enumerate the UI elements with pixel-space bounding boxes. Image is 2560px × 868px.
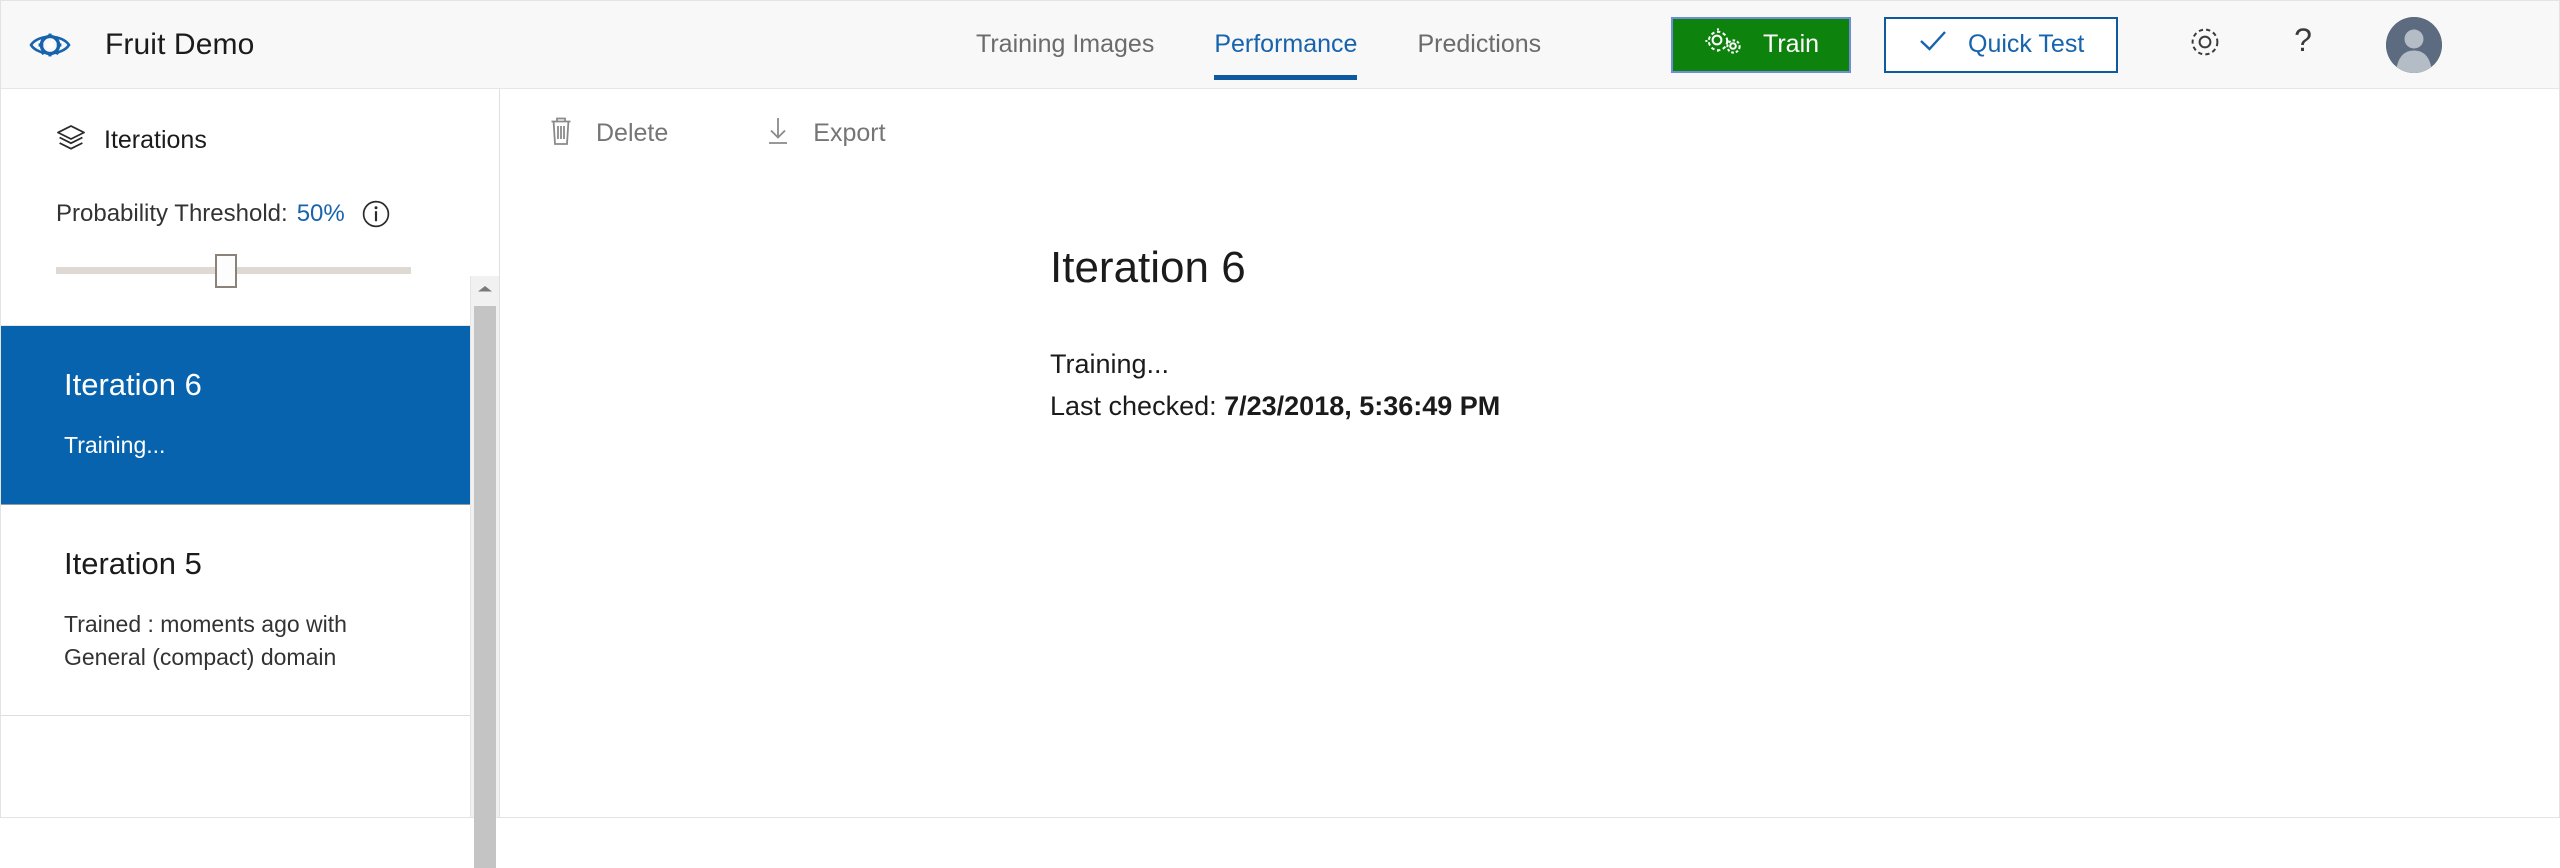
- iterations-sidebar: Iterations Probability Threshold: 50% It…: [1, 89, 500, 868]
- avatar[interactable]: [2386, 16, 2443, 73]
- help-button[interactable]: ?: [2276, 18, 2330, 72]
- iterations-list: Iteration 6 Training... Iteration 5 Trai…: [1, 325, 499, 817]
- probability-threshold: Probability Threshold: 50%: [1, 163, 499, 289]
- brand[interactable]: Fruit Demo: [1, 22, 254, 68]
- quick-test-button[interactable]: Quick Test: [1884, 16, 2119, 73]
- iterations-heading-label: Iterations: [104, 125, 207, 154]
- check-icon: [1918, 28, 1948, 61]
- iteration-status: Training...: [64, 432, 166, 459]
- last-checked-label: Last checked:: [1050, 391, 1225, 422]
- nav-item-predictions[interactable]: Predictions: [1417, 1, 1541, 88]
- chevron-up-icon: [476, 282, 494, 300]
- delete-button[interactable]: Delete: [547, 115, 668, 152]
- train-button-label: Train: [1763, 30, 1820, 58]
- probability-threshold-row: Probability Threshold: 50%: [56, 199, 499, 229]
- gear-icon: [2186, 23, 2224, 66]
- eye-gear-icon: [27, 22, 73, 68]
- nav-item-training-images[interactable]: Training Images: [976, 1, 1154, 88]
- main-content: Delete Export Iteration 6 Training... La…: [500, 89, 2559, 817]
- scrollbar-up-button[interactable]: [471, 276, 499, 306]
- download-icon: [764, 115, 792, 152]
- gears-icon: [1703, 26, 1743, 63]
- train-button[interactable]: Train: [1671, 16, 1852, 73]
- iteration-item-5[interactable]: Iteration 5 Trained : moments ago with G…: [1, 504, 499, 717]
- delete-button-label: Delete: [596, 118, 669, 147]
- iteration-detail: Iteration 6 Training... Last checked: 7/…: [500, 177, 2559, 428]
- nav-label: Performance: [1214, 30, 1358, 58]
- quick-test-button-label: Quick Test: [1968, 30, 2085, 58]
- export-button[interactable]: Export: [764, 115, 886, 152]
- main-nav: Training Images Performance Predictions: [976, 1, 1601, 88]
- iteration-status-block: Training... Last checked: 7/23/2018, 5:3…: [1050, 344, 2559, 428]
- app-window: Fruit Demo Training Images Performance P…: [0, 0, 2560, 868]
- last-checked-value: 7/23/2018, 5:36:49 PM: [1224, 391, 1501, 422]
- header-actions: Train Quick Test ?: [1671, 1, 2443, 88]
- info-circle-icon[interactable]: [361, 199, 391, 229]
- content-toolbar: Delete Export: [500, 89, 2559, 177]
- question-mark-icon: ?: [2286, 22, 2320, 67]
- svg-text:?: ?: [2294, 22, 2312, 58]
- training-status: Training...: [1050, 349, 1170, 380]
- layers-icon: [56, 123, 86, 158]
- settings-button[interactable]: [2178, 18, 2232, 72]
- export-button-label: Export: [813, 118, 886, 147]
- app-header: Fruit Demo Training Images Performance P…: [1, 1, 2559, 89]
- app-title: Fruit Demo: [105, 27, 255, 61]
- probability-threshold-slider[interactable]: [56, 251, 411, 289]
- app-body: Iterations Probability Threshold: 50% It…: [1, 89, 2559, 868]
- slider-thumb[interactable]: [215, 254, 238, 288]
- last-checked-line: Last checked: 7/23/2018, 5:36:49 PM: [1050, 386, 2559, 428]
- sidebar-scrollbar[interactable]: [470, 276, 499, 868]
- iteration-item-6[interactable]: Iteration 6 Training...: [1, 326, 499, 505]
- probability-threshold-label: Probability Threshold:: [56, 200, 288, 227]
- nav-label: Predictions: [1417, 30, 1542, 58]
- scrollbar-thumb[interactable]: [474, 306, 496, 868]
- page-title: Iteration 6: [1050, 243, 1246, 292]
- iteration-status: Trained : moments ago with General (comp…: [64, 610, 347, 670]
- iteration-title: Iteration 6: [64, 367, 202, 402]
- iteration-title: Iteration 5: [64, 545, 202, 581]
- iteration-detail-inner: Iteration 6 Training... Last checked: 7/…: [500, 243, 2559, 428]
- nav-label: Training Images: [976, 30, 1155, 58]
- iterations-heading: Iterations: [1, 89, 499, 163]
- probability-threshold-value: 50%: [296, 200, 345, 227]
- nav-item-performance[interactable]: Performance: [1214, 1, 1358, 88]
- trash-icon: [547, 115, 575, 152]
